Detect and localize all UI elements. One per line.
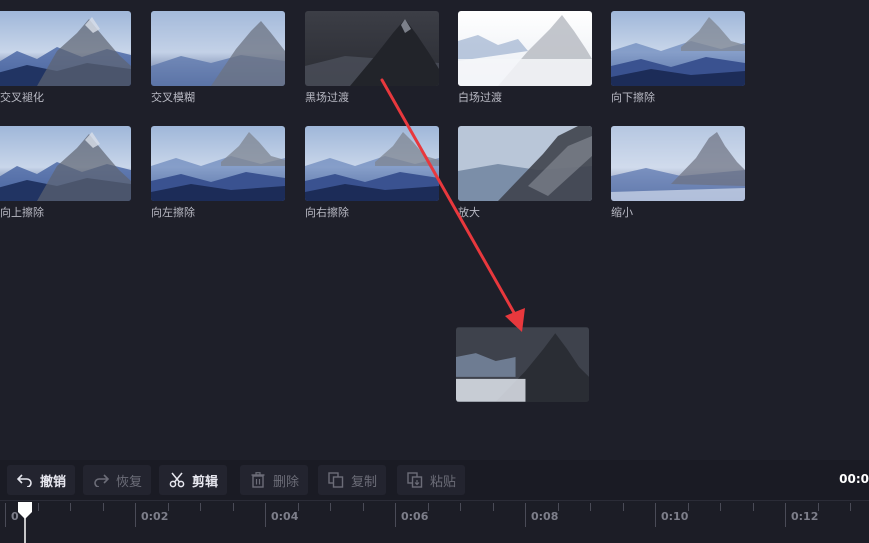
dragging-transition-thumb[interactable] (456, 327, 589, 402)
undo-icon (16, 471, 34, 489)
ruler-tick (688, 503, 689, 511)
edit-toolbar: 撤销 恢复 剪辑 删除 复制 粘贴 (0, 460, 869, 500)
ruler-tick (103, 503, 104, 511)
transition-thumb-zoom-in[interactable] (458, 126, 592, 201)
transition-preview-image (0, 126, 131, 201)
transition-label: 放大 (458, 206, 480, 219)
transition-label: 白场过渡 (458, 91, 502, 104)
transition-thumb-cross-blur[interactable] (151, 11, 285, 86)
ruler-tick (330, 503, 331, 511)
transition-label: 向下擦除 (611, 91, 655, 104)
ruler-tick (525, 503, 526, 527)
ruler-tick (590, 503, 591, 511)
scissors-icon (168, 471, 186, 489)
ruler-tick (493, 503, 494, 511)
transition-thumb-zoom-out[interactable] (611, 126, 745, 201)
redo-label: 恢复 (116, 474, 143, 490)
transition-thumb-wipe-right[interactable] (305, 126, 439, 201)
ruler-tick (395, 503, 396, 527)
ruler-tick (200, 503, 201, 511)
transition-thumb-wipe-down[interactable] (611, 11, 745, 86)
timeline-ruler[interactable]: 0 0:02 0:04 0:06 0:08 0:10 0:12 (0, 500, 869, 543)
transition-label: 向右擦除 (305, 206, 349, 219)
ruler-tick (785, 503, 786, 527)
transition-preview-image (611, 11, 745, 86)
ruler-tick (818, 503, 819, 511)
ruler-label: 0:02 (141, 510, 169, 523)
ruler-label: 0:12 (791, 510, 819, 523)
ruler-tick (460, 503, 461, 511)
undo-button[interactable]: 撤销 (7, 465, 76, 495)
transition-label: 向上擦除 (0, 206, 44, 219)
ruler-tick (428, 503, 429, 511)
transition-preview-image (611, 126, 745, 201)
ruler-label: 0:04 (271, 510, 299, 523)
ruler-label: 0:08 (531, 510, 559, 523)
ruler-tick (655, 503, 656, 527)
redo-button[interactable]: 恢复 (83, 465, 152, 495)
copy-label: 复制 (351, 474, 378, 490)
transition-label: 向左擦除 (151, 206, 195, 219)
redo-icon (92, 471, 110, 489)
transition-label: 缩小 (611, 206, 633, 219)
time-readout: 00:0 (839, 472, 869, 486)
transition-preview-image (305, 11, 439, 86)
ruler-tick (720, 503, 721, 511)
transition-thumb-black[interactable] (305, 11, 439, 86)
transition-preview-image (458, 11, 592, 86)
transition-preview-image (305, 126, 439, 201)
transition-thumb-white[interactable] (458, 11, 592, 86)
ruler-tick (623, 503, 624, 511)
transition-preview-image (151, 11, 285, 86)
ruler-tick (363, 503, 364, 511)
transition-label: 黑场过渡 (305, 91, 349, 104)
transition-thumb-wipe-left[interactable] (151, 126, 285, 201)
ruler-tick (558, 503, 559, 511)
ruler-tick (135, 503, 136, 527)
transition-preview-image (0, 11, 131, 86)
paste-icon (406, 471, 424, 489)
ruler-tick (850, 503, 851, 511)
playhead-handle[interactable] (16, 500, 34, 543)
paste-label: 粘贴 (430, 474, 457, 490)
undo-label: 撤销 (40, 474, 67, 490)
transition-preview-image (458, 126, 592, 201)
ruler-tick (5, 503, 6, 527)
ruler-tick (298, 503, 299, 511)
trash-icon (249, 471, 267, 489)
delete-button[interactable]: 删除 (240, 465, 309, 495)
ruler-tick (233, 503, 234, 511)
copy-button[interactable]: 复制 (318, 465, 387, 495)
ruler-tick (38, 503, 39, 511)
ruler-tick (265, 503, 266, 527)
dragging-preview-image (456, 327, 589, 402)
ruler-label: 0:10 (661, 510, 689, 523)
transition-thumb-wipe-up[interactable] (0, 126, 131, 201)
cut-label: 剪辑 (192, 474, 219, 490)
ruler-label: 0:06 (401, 510, 429, 523)
ruler-tick (168, 503, 169, 511)
cut-button[interactable]: 剪辑 (159, 465, 228, 495)
copy-icon (327, 471, 345, 489)
transition-label: 交叉褪化 (0, 91, 44, 104)
paste-button[interactable]: 粘贴 (397, 465, 466, 495)
ruler-tick (753, 503, 754, 511)
ruler-tick (70, 503, 71, 511)
transition-thumb-cross-fade[interactable] (0, 11, 131, 86)
transition-preview-image (151, 126, 285, 201)
delete-label: 删除 (273, 474, 300, 490)
transition-label: 交叉模糊 (151, 91, 195, 104)
